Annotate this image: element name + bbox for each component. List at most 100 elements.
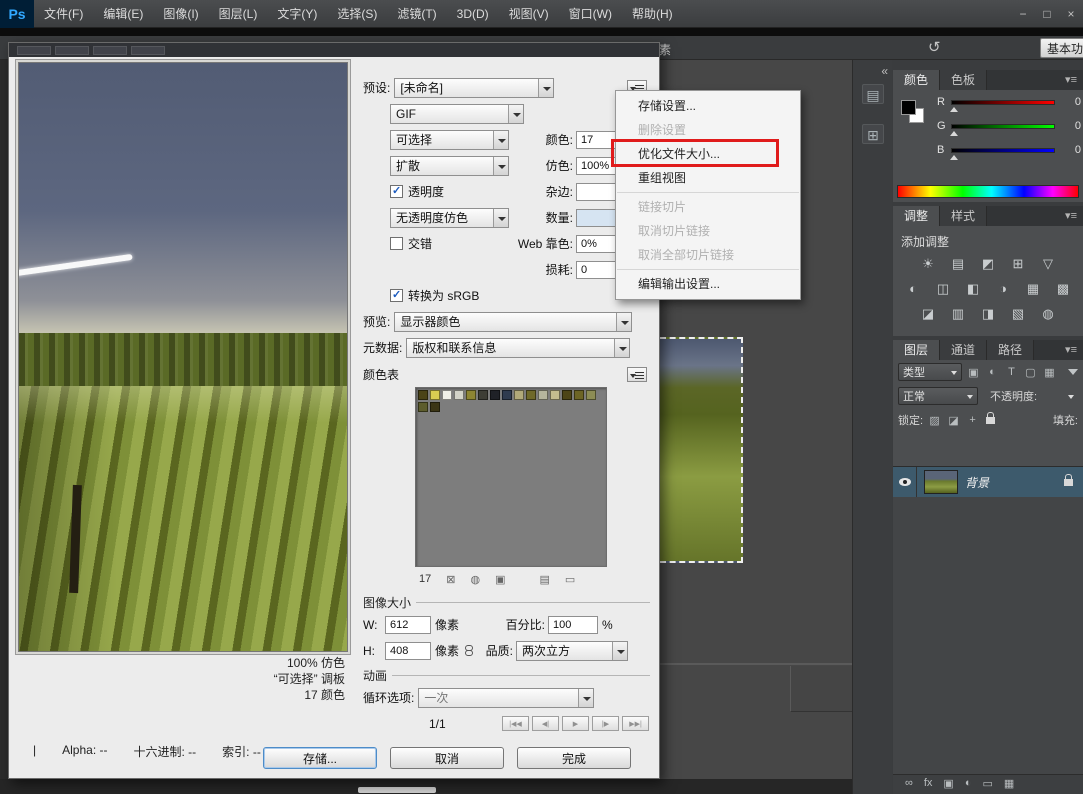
vibrance-icon[interactable]: ▽ [1037,255,1059,272]
menu-item-edit-output-settings[interactable]: 编辑输出设置... [616,272,800,296]
color-swatch[interactable] [574,390,584,400]
preview-tab[interactable] [93,46,127,55]
menu-select[interactable]: 选择(S) [327,0,387,28]
width-input[interactable]: 612 [385,616,431,634]
color-swatch[interactable] [418,402,428,412]
blend-mode-select[interactable]: 正常 [898,387,978,405]
tab-styles[interactable]: 样式 [940,206,987,226]
levels-icon[interactable]: ▤ [947,255,969,272]
color-swatch[interactable] [454,390,464,400]
layer-mask-icon[interactable]: ▣ [943,777,953,790]
panel-menu-icon[interactable] [1065,70,1083,90]
photo-filter-icon[interactable]: ◑ [992,280,1014,297]
hue-saturation-icon[interactable]: ◐ [902,280,924,297]
opacity-dropdown-icon[interactable] [1066,388,1078,404]
transparency-dither-select[interactable]: 无透明度仿色 [390,208,509,228]
tab-layers[interactable]: 图层 [893,340,940,360]
tab-color[interactable]: 颜色 [893,70,940,90]
color-swatch[interactable] [430,390,440,400]
color-swatch[interactable] [490,390,500,400]
tab-channels[interactable]: 通道 [940,340,987,360]
tab-adjustments[interactable]: 调整 [893,206,940,226]
layer-row-background[interactable]: 背景 [893,467,1083,497]
color-swatch[interactable] [466,390,476,400]
red-slider-thumb[interactable] [950,107,958,112]
constrain-proportions-icon[interactable] [465,646,475,655]
color-swatch[interactable] [514,390,524,400]
history-panel-icon[interactable]: ▤ [862,84,884,104]
workspace-switcher-button[interactable]: 基本功 [1040,38,1083,58]
color-lookup-icon[interactable]: ▩ [1052,280,1074,297]
filter-type-layers-icon[interactable]: T [1004,366,1019,378]
color-balance-icon[interactable]: ◫ [932,280,954,297]
layer-thumbnail[interactable] [924,470,958,494]
last-frame-button[interactable]: ▶▶| [622,716,649,731]
filter-type-select[interactable]: 类型 [898,363,962,381]
menu-file[interactable]: 文件(F) [34,0,93,28]
menu-view[interactable]: 视图(V) [499,0,559,28]
color-swatch[interactable] [478,390,488,400]
menu-item-save-settings[interactable]: 存储设置... [616,94,800,118]
posterize-icon[interactable]: ▥ [947,305,969,322]
color-swatch[interactable] [550,390,560,400]
menu-filter[interactable]: 滤镜(T) [387,0,446,28]
height-input[interactable]: 408 [385,642,431,660]
minimize-button[interactable]: − [1011,0,1035,28]
done-button[interactable]: 完成 [517,747,631,769]
black-white-icon[interactable]: ◧ [962,280,984,297]
preview-pane[interactable] [15,59,351,655]
lock-all-icon[interactable] [986,417,995,424]
link-layers-icon[interactable]: ∞ [905,777,913,789]
filter-adjustment-layers-icon[interactable]: ◐ [985,366,1000,378]
curves-icon[interactable]: ◩ [977,255,999,272]
tab-paths[interactable]: 路径 [987,340,1034,360]
menu-layer[interactable]: 图层(L) [209,0,268,28]
lock-move-icon[interactable]: + [965,414,980,426]
selective-color-icon[interactable]: ◍ [1037,305,1059,322]
adjustment-layer-icon[interactable]: ◐ [965,777,972,789]
filter-smart-object-icon[interactable]: ▦ [1042,366,1057,379]
color-table-menu-button[interactable] [627,367,647,382]
green-slider[interactable] [951,124,1055,129]
delete-layer-icon[interactable]: ▦ [1004,777,1014,790]
menu-edit[interactable]: 编辑(E) [93,0,153,28]
first-frame-button[interactable]: |◀◀ [502,716,529,731]
color-swatch[interactable] [538,390,548,400]
color-swatch[interactable] [502,390,512,400]
websafe-shift-icon[interactable]: ◍ [470,573,480,586]
next-frame-button[interactable]: |▶ [592,716,619,731]
quality-select[interactable]: 两次立方 [516,641,628,661]
blue-slider-thumb[interactable] [950,155,958,160]
transparency-checkbox[interactable] [390,185,403,198]
layer-style-icon[interactable]: fx [924,777,933,789]
menu-window[interactable]: 窗口(W) [559,0,622,28]
brightness-contrast-icon[interactable]: ☀ [917,255,939,272]
panel-menu-icon[interactable] [1065,340,1083,360]
filter-pixel-layers-icon[interactable]: ▣ [966,366,981,379]
preview-tab[interactable] [17,46,51,55]
color-swatch[interactable] [430,402,440,412]
green-slider-thumb[interactable] [950,131,958,136]
menu-item-repopulate-views[interactable]: 重组视图 [616,166,800,190]
color-reduction-select[interactable]: 可选择 [390,130,509,150]
menu-type[interactable]: 文字(Y) [267,0,327,28]
reset-workspace-icon[interactable]: ↺ [928,38,941,56]
interlace-checkbox[interactable] [390,237,403,250]
srgb-checkbox[interactable] [390,289,403,302]
threshold-icon[interactable]: ◨ [977,305,999,322]
cancel-button[interactable]: 取消 [390,747,504,769]
color-spectrum-ramp[interactable] [897,185,1079,198]
preset-select[interactable]: [未命名] [394,78,554,98]
loop-select[interactable]: 一次 [418,688,594,708]
close-button[interactable]: × [1059,0,1083,28]
red-slider[interactable] [951,100,1055,105]
format-select[interactable]: GIF [390,104,524,124]
menu-3d[interactable]: 3D(D) [447,0,499,28]
lock-paint-icon[interactable]: ◪ [946,414,961,427]
maximize-button[interactable]: □ [1035,0,1059,28]
preview-image[interactable] [18,62,348,652]
filter-toggle-icon[interactable] [1068,369,1078,375]
menu-help[interactable]: 帮助(H) [622,0,683,28]
menu-image[interactable]: 图像(I) [153,0,208,28]
visibility-toggle[interactable] [893,467,917,497]
